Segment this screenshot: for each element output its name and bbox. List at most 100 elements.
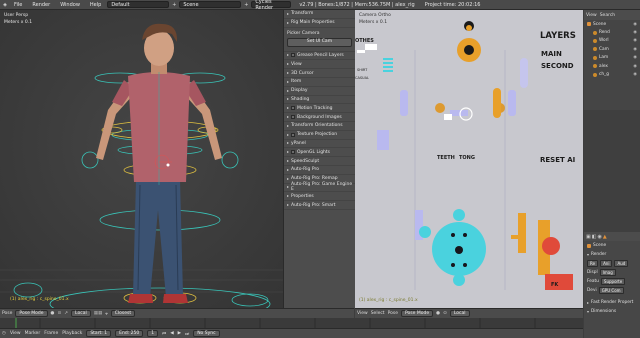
sidebar-panel-item[interactable]: Shading bbox=[284, 96, 355, 105]
sidebar-panel-item[interactable]: SpeedSculpt bbox=[284, 157, 355, 166]
visibility-eye-icon[interactable]: ◉ bbox=[633, 72, 637, 77]
jump-start-icon[interactable]: ⏮ bbox=[162, 331, 166, 337]
visibility-eye-icon[interactable]: ◉ bbox=[633, 55, 637, 60]
timeline-frame-menu[interactable]: Frame bbox=[44, 331, 58, 336]
sidebar-panel-item[interactable]: View bbox=[284, 60, 355, 70]
render-animation-button[interactable]: Ani bbox=[600, 260, 613, 267]
picker-mode-select[interactable]: Pose Mode bbox=[401, 310, 434, 317]
render-image-button[interactable]: Re bbox=[587, 260, 599, 267]
end-frame-field[interactable]: End: 250 bbox=[115, 330, 144, 337]
sidebar-panel-item[interactable]: Background Images bbox=[284, 113, 355, 122]
sidebar-panel-item[interactable]: Transform Orientations bbox=[284, 122, 355, 131]
timeline[interactable] bbox=[0, 318, 583, 328]
outliner-search-menu[interactable]: Search bbox=[600, 13, 615, 18]
feature-set-select[interactable]: Supporte bbox=[600, 278, 626, 285]
visibility-eye-icon[interactable]: ◉ bbox=[633, 30, 637, 35]
sidebar-panel-item[interactable]: Auto-Rig Pro: Game Engine E bbox=[284, 182, 355, 192]
fast-render-panel[interactable]: Fast Render Propert bbox=[584, 298, 640, 307]
snap-icon[interactable]: ⌖ bbox=[105, 311, 108, 317]
orientation-select[interactable]: Local bbox=[71, 310, 91, 317]
sidebar-panel-item[interactable]: Texture Projection bbox=[284, 131, 355, 140]
add-scene-icon[interactable]: + bbox=[243, 2, 249, 8]
add-layout-icon[interactable]: + bbox=[171, 2, 177, 8]
set-ui-cam-button[interactable]: Set UI Cam bbox=[287, 37, 352, 47]
outliner-item[interactable]: Cam ◉ bbox=[584, 45, 640, 53]
sidebar-panel-item[interactable]: Grease Pencil Layers bbox=[284, 52, 355, 61]
panel-checkbox[interactable] bbox=[291, 132, 295, 137]
visibility-eye-icon[interactable]: ◉ bbox=[633, 47, 637, 52]
3d-viewport[interactable]: User Persp Meters x 0.1 (1) alex_rig : c… bbox=[0, 10, 283, 308]
editor-type-icon[interactable]: ◷ bbox=[2, 331, 6, 336]
sidebar-panel-item[interactable]: Auto-Rig Pro: Smart bbox=[284, 201, 355, 210]
sidebar-panel-item[interactable]: Item bbox=[284, 78, 355, 87]
visibility-eye-icon[interactable]: ◉ bbox=[633, 22, 637, 27]
display-select[interactable]: Imag bbox=[599, 269, 616, 276]
outliner-item[interactable]: Lam ◉ bbox=[584, 54, 640, 62]
sidebar-panel-item[interactable]: Auto-Rig Pro bbox=[284, 166, 355, 175]
blender-logo-icon[interactable]: ◈ bbox=[2, 2, 8, 8]
outliner-view-menu[interactable]: View bbox=[586, 13, 597, 18]
panel-rig-main-properties[interactable]: Rig Main Properties bbox=[284, 19, 355, 28]
pivot-icon[interactable]: ⊙ bbox=[57, 311, 61, 316]
panel-transform[interactable]: Transform bbox=[284, 10, 355, 19]
pose-menu[interactable]: Pose bbox=[2, 311, 12, 316]
object-tab-icon[interactable]: ▲ bbox=[603, 234, 607, 240]
picker-view-menu[interactable]: View bbox=[357, 311, 368, 316]
picker-viewport[interactable]: Camera Ortho Meters x 0.1 OTHES SHIRT CA… bbox=[355, 10, 583, 308]
menu-window[interactable]: Window bbox=[56, 2, 84, 8]
pose-mode-select[interactable]: Pose Mode bbox=[15, 310, 48, 317]
world-tab-icon[interactable]: ◉ bbox=[597, 234, 601, 240]
main-layer-button[interactable]: MAIN bbox=[541, 50, 562, 58]
outliner-item[interactable]: Scene ◉ bbox=[584, 20, 640, 28]
reset-all-button[interactable]: RESET AI bbox=[540, 156, 575, 164]
fk-button[interactable]: FK bbox=[551, 282, 558, 288]
play-reverse-icon[interactable]: ◀ bbox=[170, 331, 173, 336]
outliner-item[interactable]: Worl ◉ bbox=[584, 37, 640, 45]
start-frame-field[interactable]: Start: 1 bbox=[86, 330, 112, 337]
grease-pencil-checkbox[interactable] bbox=[291, 53, 295, 58]
render-audio-button[interactable]: Aud bbox=[614, 260, 629, 267]
render-tab-icon[interactable]: ▣ bbox=[586, 234, 591, 240]
sidebar-panel-item[interactable]: OpenGL Lights bbox=[284, 148, 355, 158]
timeline-playback-menu[interactable]: Playback bbox=[62, 331, 82, 336]
panel-checkbox[interactable] bbox=[291, 115, 295, 120]
picker-pose-menu[interactable]: Pose bbox=[388, 311, 398, 316]
panel-checkbox[interactable] bbox=[291, 106, 295, 111]
scene-tab-icon[interactable]: ◧ bbox=[592, 234, 597, 240]
timeline-marker-menu[interactable]: Marker bbox=[25, 331, 41, 336]
jump-end-icon[interactable]: ⏭ bbox=[185, 331, 189, 337]
sync-mode-select[interactable]: No Sync bbox=[193, 330, 220, 337]
shading-icon[interactable]: ● bbox=[51, 311, 55, 316]
dimensions-panel[interactable]: Dimensions bbox=[584, 307, 640, 316]
second-layer-button[interactable]: SECOND bbox=[541, 62, 574, 70]
menu-file[interactable]: File bbox=[10, 2, 26, 8]
layout-select[interactable]: Default bbox=[107, 1, 170, 8]
device-select[interactable]: GPU Com bbox=[598, 287, 624, 294]
render-panel-header[interactable]: Render bbox=[584, 250, 640, 259]
teeth-label[interactable]: TEETH bbox=[437, 155, 455, 161]
timeline-view-menu[interactable]: View bbox=[10, 331, 21, 336]
picker-pivot-icon[interactable]: ⊙ bbox=[443, 311, 447, 316]
menu-help[interactable]: Help bbox=[86, 2, 105, 8]
sidebar-panel-item[interactable]: Motion Tracking bbox=[284, 104, 355, 114]
picker-shading-icon[interactable]: ● bbox=[436, 311, 440, 316]
sidebar-panel-item[interactable]: 3D Cursor bbox=[284, 69, 355, 78]
current-frame-field[interactable]: 1 bbox=[147, 330, 159, 337]
sidebar-panel-item[interactable]: yPanel bbox=[284, 140, 355, 149]
visibility-eye-icon[interactable]: ◉ bbox=[633, 64, 637, 69]
scene-select[interactable]: Scene bbox=[179, 1, 242, 8]
sidebar-panel-item[interactable]: Display bbox=[284, 87, 355, 96]
snap-target-select[interactable]: Closest bbox=[110, 310, 136, 317]
picker-select-menu[interactable]: Select bbox=[371, 311, 385, 316]
menu-render[interactable]: Render bbox=[28, 2, 54, 8]
tong-label[interactable]: TONG bbox=[459, 155, 475, 161]
manipulator-icon[interactable]: ↗ bbox=[64, 311, 68, 316]
sidebar-panel-item[interactable]: Properties bbox=[284, 192, 355, 202]
outliner-item[interactable]: alex ◉ bbox=[584, 62, 640, 70]
visibility-eye-icon[interactable]: ◉ bbox=[633, 38, 637, 43]
layers-icon[interactable]: ▦▦ bbox=[94, 311, 103, 316]
picker-orientation-select[interactable]: Local bbox=[449, 310, 470, 317]
outliner-item[interactable]: Rend ◉ bbox=[584, 28, 640, 36]
render-engine-select[interactable]: Cycles Render bbox=[251, 0, 292, 11]
panel-checkbox[interactable] bbox=[291, 150, 295, 155]
